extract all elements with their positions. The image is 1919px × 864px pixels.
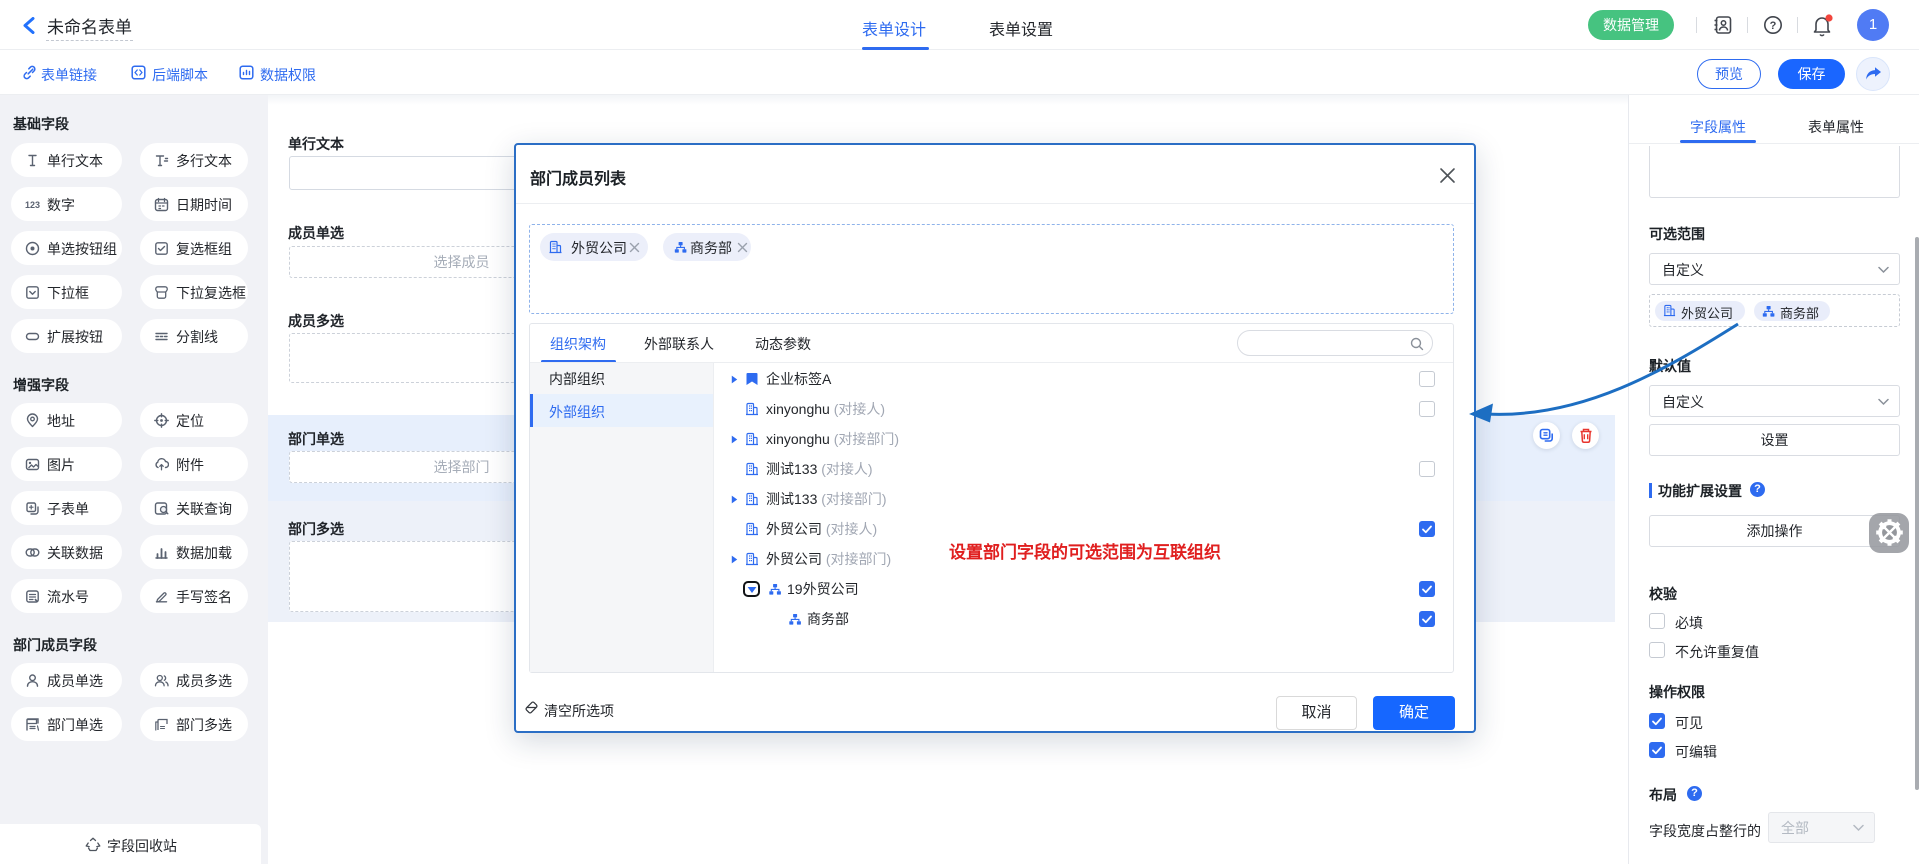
svg-text:123: 123: [25, 200, 40, 210]
svg-text:?: ?: [1770, 20, 1777, 32]
